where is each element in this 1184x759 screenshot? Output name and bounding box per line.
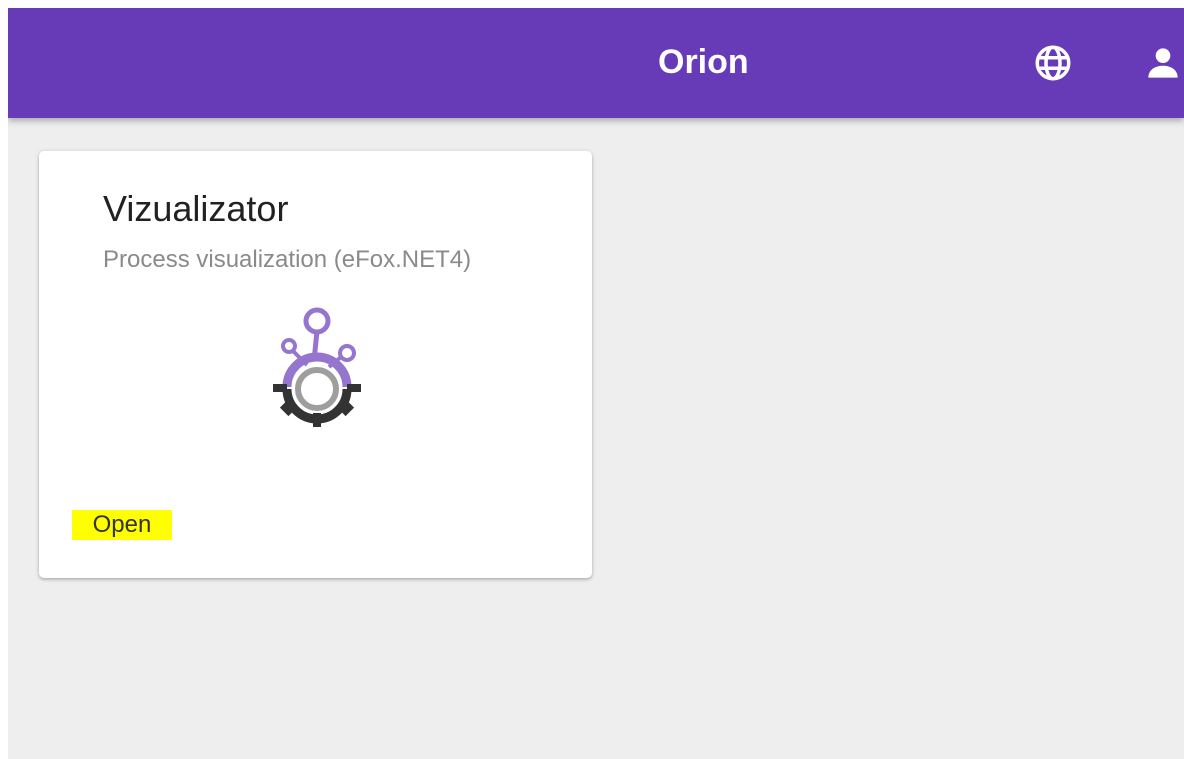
globe-icon (1035, 45, 1071, 81)
card-subtitle: Process visualization (eFox.NET4) (103, 246, 472, 273)
app-frame: Orion Vizualizator Process visualization… (8, 8, 1184, 759)
account-button[interactable] (1138, 38, 1184, 88)
open-button[interactable]: Open (72, 510, 172, 540)
app-card-vizualizator: Vizualizator Process visualization (eFox… (39, 151, 592, 578)
person-icon (1148, 48, 1178, 78)
card-title: Vizualizator (103, 188, 289, 229)
top-toolbar: Orion (8, 8, 1184, 118)
language-button[interactable] (1028, 38, 1078, 88)
gear-network-icon (273, 307, 361, 427)
app-title: Orion (658, 43, 749, 81)
